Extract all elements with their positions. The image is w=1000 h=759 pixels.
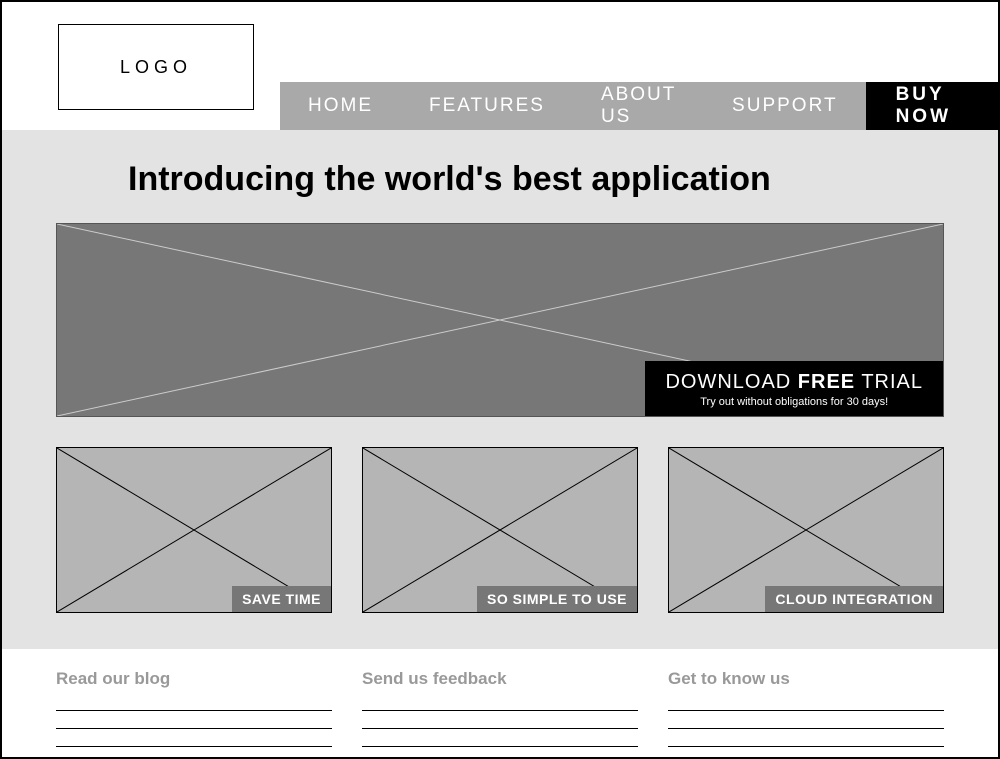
logo-area: LOGO bbox=[2, 2, 280, 130]
text-line bbox=[56, 719, 332, 729]
logo-text: LOGO bbox=[120, 57, 192, 78]
text-line bbox=[362, 719, 638, 729]
feature-label: SAVE TIME bbox=[232, 586, 331, 612]
feature-save-time[interactable]: SAVE TIME bbox=[56, 447, 332, 613]
text-line bbox=[362, 701, 638, 711]
hero-image-placeholder: DOWNLOAD FREE TRIAL Try out without obli… bbox=[56, 223, 944, 417]
nav-home[interactable]: HOME bbox=[280, 82, 401, 130]
cta-suffix: TRIAL bbox=[855, 371, 923, 393]
column-know-us: Get to know us bbox=[668, 669, 944, 755]
download-cta-title: DOWNLOAD FREE TRIAL bbox=[665, 371, 923, 394]
column-blog: Read our blog bbox=[56, 669, 332, 755]
column-title[interactable]: Get to know us bbox=[668, 669, 944, 689]
column-title[interactable]: Send us feedback bbox=[362, 669, 638, 689]
column-feedback: Send us feedback bbox=[362, 669, 638, 755]
cta-strong: FREE bbox=[798, 371, 855, 393]
header: LOGO HOME FEATURES ABOUT US SUPPORT BUY … bbox=[2, 2, 998, 130]
cta-prefix: DOWNLOAD bbox=[665, 371, 797, 393]
feature-cloud[interactable]: CLOUD INTEGRATION bbox=[668, 447, 944, 613]
feature-simple[interactable]: SO SIMPLE TO USE bbox=[362, 447, 638, 613]
text-line bbox=[668, 701, 944, 711]
text-line bbox=[668, 719, 944, 729]
download-cta-sub: Try out without obligations for 30 days! bbox=[665, 396, 923, 408]
nav-support[interactable]: SUPPORT bbox=[704, 82, 866, 130]
hero-section: Introducing the world's best application… bbox=[2, 130, 998, 649]
text-line bbox=[362, 737, 638, 747]
footer-columns: Read our blog Send us feedback Get to kn… bbox=[2, 649, 998, 755]
nav: HOME FEATURES ABOUT US SUPPORT BUY NOW bbox=[280, 82, 998, 130]
download-trial-button[interactable]: DOWNLOAD FREE TRIAL Try out without obli… bbox=[645, 361, 943, 416]
text-line bbox=[668, 737, 944, 747]
feature-label: SO SIMPLE TO USE bbox=[477, 586, 637, 612]
features-row: SAVE TIME SO SIMPLE TO USE CLOUD INTEGRA… bbox=[56, 447, 944, 613]
feature-label: CLOUD INTEGRATION bbox=[765, 586, 943, 612]
text-line bbox=[56, 701, 332, 711]
nav-features[interactable]: FEATURES bbox=[401, 82, 573, 130]
nav-buy-now[interactable]: BUY NOW bbox=[866, 82, 998, 130]
text-line bbox=[56, 737, 332, 747]
column-title[interactable]: Read our blog bbox=[56, 669, 332, 689]
headline: Introducing the world's best application bbox=[128, 160, 944, 199]
nav-about-us[interactable]: ABOUT US bbox=[573, 82, 704, 130]
logo[interactable]: LOGO bbox=[58, 24, 254, 110]
